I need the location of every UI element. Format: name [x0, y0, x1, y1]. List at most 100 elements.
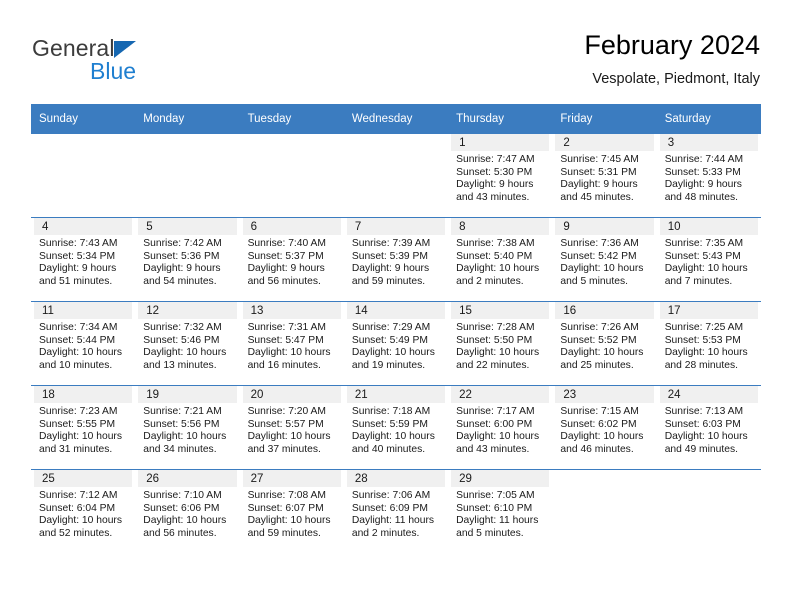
day-content: 12 Sunrise: 7:32 AM Sunset: 5:46 PM Dayligh… [135, 302, 239, 385]
calendar-day-cell [552, 469, 657, 553]
calendar-day-cell[interactable]: 3 Sunrise: 7:44 AM Sunset: 5:33 PM Daylight… [656, 133, 761, 218]
calendar-day-cell[interactable]: 10 Sunrise: 7:35 AM Sunset: 5:43 PM Dayligh… [656, 217, 761, 302]
calendar-day-cell[interactable]: 24 Sunrise: 7:13 AM Sunset: 6:03 PM Dayligh… [656, 385, 761, 470]
calendar-day-cell[interactable]: 20 Sunrise: 7:20 AM Sunset: 5:57 PM Dayligh… [239, 385, 344, 470]
day-content: 9 Sunrise: 7:36 AM Sunset: 5:42 PM Daylight… [552, 218, 656, 301]
detail-sunset: Sunset: 5:56 PM [143, 418, 220, 430]
calendar-day-cell[interactable]: 18 Sunrise: 7:23 AM Sunset: 5:55 PM Dayligh… [31, 385, 136, 470]
page-subtitle: Vespolate, Piedmont, Italy [592, 71, 760, 87]
page-title: February 2024 [584, 30, 760, 60]
calendar-day-cell[interactable]: 21 Sunrise: 7:18 AM Sunset: 5:59 PM Dayligh… [343, 385, 449, 470]
detail-sunrise: Sunrise: 7:08 AM [247, 490, 326, 501]
day-details: Sunrise: 7:21 AM Sunset: 5:56 PM Daylight:… [135, 403, 239, 456]
detail-sunset: Sunset: 5:40 PM [456, 250, 533, 262]
calendar-day-cell [239, 133, 344, 218]
day-content: 28 Sunrise: 7:06 AM Sunset: 6:09 PM Dayligh… [344, 470, 448, 553]
detail-daylight-line1: Daylight: 10 hours [351, 347, 435, 359]
page-header: General Blue February 2024 Vespolate, Pi… [32, 28, 760, 100]
calendar-day-cell[interactable]: 11 Sunrise: 7:34 AM Sunset: 5:44 PM Dayligh… [31, 301, 136, 386]
day-number: 25 [34, 470, 133, 487]
calendar-day-cell[interactable]: 29 Sunrise: 7:05 AM Sunset: 6:10 PM Dayligh… [448, 469, 553, 553]
day-number: 1 [451, 134, 550, 151]
detail-sunset: Sunset: 5:49 PM [351, 334, 428, 346]
detail-daylight-line1: Daylight: 10 hours [39, 431, 122, 443]
detail-daylight-line1: Daylight: 10 hours [456, 431, 540, 443]
calendar-day-cell[interactable]: 26 Sunrise: 7:10 AM Sunset: 6:06 PM Dayligh… [135, 469, 240, 553]
detail-sunset: Sunset: 6:03 PM [664, 418, 741, 430]
title-block: February 2024 Vespolate, Piedmont, Italy [584, 28, 760, 90]
calendar-day-cell[interactable]: 22 Sunrise: 7:17 AM Sunset: 6:00 PM Dayligh… [448, 385, 553, 470]
detail-daylight-line1: Daylight: 11 hours [456, 515, 539, 527]
weekday-header-monday: Monday [135, 104, 240, 134]
detail-daylight-line2: and 19 minutes. [351, 359, 426, 371]
detail-sunrise: Sunrise: 7:13 AM [664, 406, 744, 417]
day-content: 22 Sunrise: 7:17 AM Sunset: 6:00 PM Dayligh… [448, 386, 552, 469]
detail-sunset: Sunset: 6:02 PM [560, 418, 637, 430]
calendar-day-cell [31, 133, 136, 218]
detail-sunrise: Sunrise: 7:44 AM [664, 154, 744, 165]
brand-logo[interactable]: General Blue [32, 36, 252, 92]
calendar-day-cell[interactable]: 13 Sunrise: 7:31 AM Sunset: 5:47 PM Dayligh… [239, 301, 344, 386]
calendar-day-cell[interactable]: 1 Sunrise: 7:47 AM Sunset: 5:30 PM Daylight… [448, 133, 553, 218]
day-number: 11 [34, 302, 133, 319]
day-content: 5 Sunrise: 7:42 AM Sunset: 5:36 PM Daylight… [135, 218, 239, 301]
detail-sunset: Sunset: 5:43 PM [664, 250, 741, 262]
detail-daylight-line1: Daylight: 10 hours [247, 347, 331, 359]
calendar-day-cell[interactable]: 12 Sunrise: 7:32 AM Sunset: 5:46 PM Dayligh… [135, 301, 240, 386]
detail-daylight-line1: Daylight: 10 hours [143, 515, 227, 527]
day-content: 6 Sunrise: 7:40 AM Sunset: 5:37 PM Daylight… [240, 218, 344, 301]
detail-sunrise: Sunrise: 7:36 AM [560, 238, 639, 249]
detail-daylight-line2: and 31 minutes. [39, 443, 113, 455]
calendar-day-cell[interactable]: 23 Sunrise: 7:15 AM Sunset: 6:02 PM Dayligh… [552, 385, 657, 470]
calendar-day-cell[interactable]: 2 Sunrise: 7:45 AM Sunset: 5:31 PM Daylight… [552, 133, 657, 218]
calendar-day-cell[interactable]: 6 Sunrise: 7:40 AM Sunset: 5:37 PM Daylight… [239, 217, 344, 302]
calendar-day-cell[interactable]: 27 Sunrise: 7:08 AM Sunset: 6:07 PM Dayligh… [239, 469, 344, 553]
day-number: 20 [242, 386, 341, 403]
calendar-day-cell[interactable]: 25 Sunrise: 7:12 AM Sunset: 6:04 PM Dayligh… [31, 469, 136, 553]
detail-daylight-line1: Daylight: 10 hours [39, 515, 122, 527]
calendar-day-cell[interactable]: 16 Sunrise: 7:26 AM Sunset: 5:52 PM Dayligh… [552, 301, 657, 386]
detail-daylight-line2: and 54 minutes. [143, 275, 217, 287]
calendar-day-cell[interactable]: 4 Sunrise: 7:43 AM Sunset: 5:34 PM Daylight… [31, 217, 136, 302]
calendar-week-row: 25 Sunrise: 7:12 AM Sunset: 6:04 PM Dayligh… [31, 469, 761, 553]
calendar-day-cell[interactable]: 28 Sunrise: 7:06 AM Sunset: 6:09 PM Dayligh… [343, 469, 449, 553]
calendar-day-cell[interactable]: 15 Sunrise: 7:28 AM Sunset: 5:50 PM Dayligh… [448, 301, 553, 386]
day-content: 8 Sunrise: 7:38 AM Sunset: 5:40 PM Daylight… [448, 218, 552, 301]
calendar-day-cell[interactable]: 5 Sunrise: 7:42 AM Sunset: 5:36 PM Daylight… [135, 217, 240, 302]
calendar-day-cell[interactable]: 17 Sunrise: 7:25 AM Sunset: 5:53 PM Dayligh… [656, 301, 761, 386]
detail-sunrise: Sunrise: 7:40 AM [247, 238, 326, 249]
detail-daylight-line2: and 34 minutes. [143, 443, 217, 455]
detail-sunset: Sunset: 5:59 PM [351, 418, 428, 430]
detail-daylight-line2: and 59 minutes. [351, 275, 426, 287]
calendar-day-cell[interactable]: 8 Sunrise: 7:38 AM Sunset: 5:40 PM Daylight… [448, 217, 553, 302]
detail-sunset: Sunset: 5:36 PM [143, 250, 220, 262]
detail-daylight-line2: and 56 minutes. [143, 527, 217, 539]
detail-daylight-line2: and 5 minutes. [456, 527, 524, 539]
calendar-day-cell[interactable]: 9 Sunrise: 7:36 AM Sunset: 5:42 PM Daylight… [552, 217, 657, 302]
detail-sunrise: Sunrise: 7:10 AM [143, 490, 222, 501]
day-number: 2 [555, 134, 654, 151]
calendar-day-cell [343, 133, 449, 218]
detail-sunset: Sunset: 6:07 PM [247, 502, 324, 514]
calendar-day-cell[interactable]: 19 Sunrise: 7:21 AM Sunset: 5:56 PM Dayligh… [135, 385, 240, 470]
detail-daylight-line1: Daylight: 10 hours [143, 347, 227, 359]
detail-sunrise: Sunrise: 7:17 AM [456, 406, 535, 417]
calendar-day-cell[interactable]: 7 Sunrise: 7:39 AM Sunset: 5:39 PM Daylight… [343, 217, 449, 302]
weekday-header-wednesday: Wednesday [343, 104, 449, 134]
detail-daylight-line1: Daylight: 10 hours [456, 263, 540, 275]
detail-sunrise: Sunrise: 7:47 AM [456, 154, 535, 165]
day-content: 23 Sunrise: 7:15 AM Sunset: 6:02 PM Dayligh… [552, 386, 656, 469]
day-number: 3 [659, 134, 758, 151]
detail-sunset: Sunset: 5:39 PM [351, 250, 428, 262]
detail-daylight-line2: and 49 minutes. [664, 443, 738, 455]
detail-sunrise: Sunrise: 7:29 AM [351, 322, 431, 333]
day-details: Sunrise: 7:29 AM Sunset: 5:49 PM Daylight:… [344, 319, 448, 372]
detail-daylight-line2: and 2 minutes. [456, 275, 524, 287]
detail-daylight-line2: and 46 minutes. [560, 443, 634, 455]
detail-daylight-line1: Daylight: 9 hours [456, 179, 534, 191]
calendar-day-cell[interactable]: 14 Sunrise: 7:29 AM Sunset: 5:49 PM Dayligh… [343, 301, 449, 386]
detail-daylight-line1: Daylight: 10 hours [39, 347, 122, 359]
day-number: 9 [555, 218, 654, 235]
detail-daylight-line2: and 48 minutes. [664, 191, 738, 203]
detail-daylight-line1: Daylight: 9 hours [247, 263, 325, 275]
